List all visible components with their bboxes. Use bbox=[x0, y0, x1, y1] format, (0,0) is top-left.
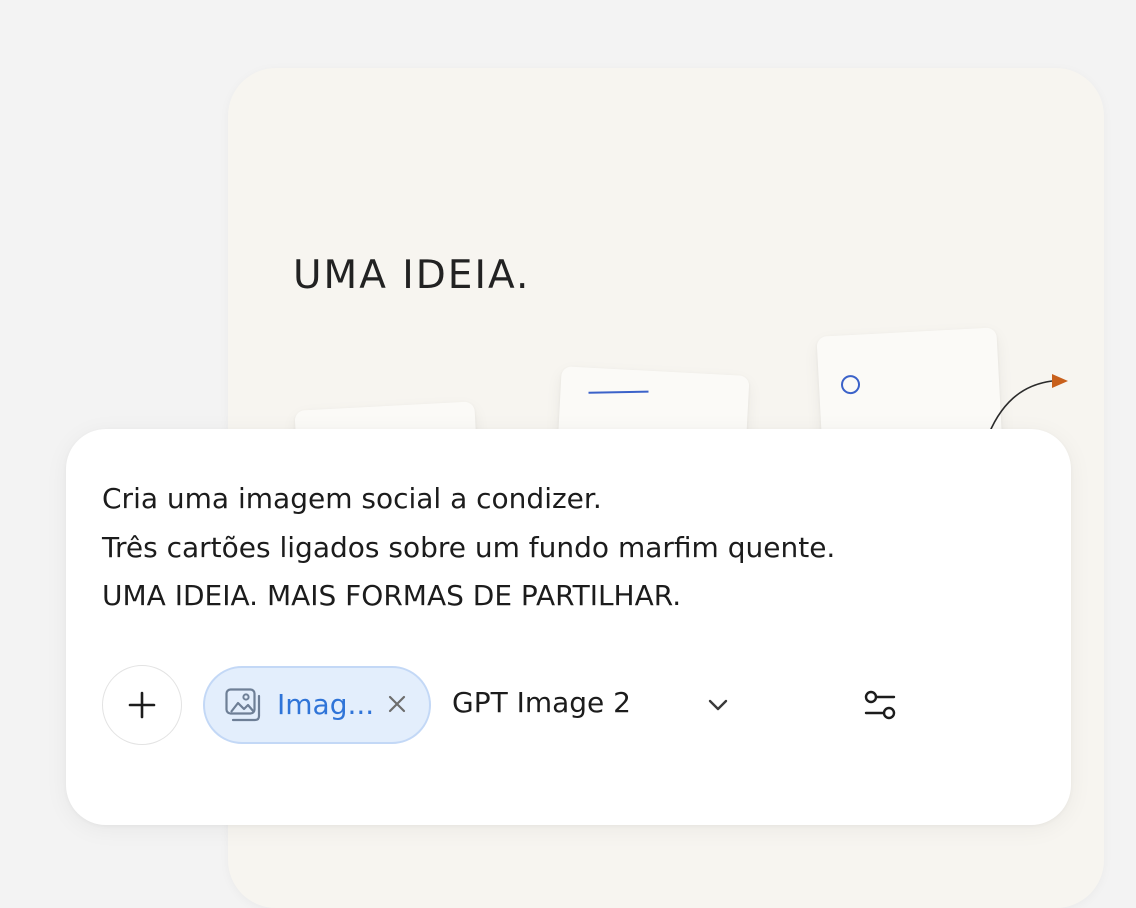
image-mode-chip[interactable]: Imag... bbox=[203, 666, 431, 744]
circle-icon bbox=[840, 374, 861, 395]
chip-label: Imag... bbox=[277, 688, 375, 721]
preview-headline: UMA IDEIA. bbox=[293, 253, 531, 298]
model-select[interactable]: GPT Image 2 bbox=[452, 665, 742, 745]
card-line-decoration bbox=[588, 390, 649, 394]
chevron-down-icon bbox=[708, 699, 728, 711]
add-button[interactable] bbox=[102, 665, 182, 745]
prompt-line: Cria uma imagem social a condizer. bbox=[102, 482, 602, 515]
image-icon bbox=[225, 688, 261, 722]
model-select-value: GPT Image 2 bbox=[452, 686, 631, 719]
close-icon[interactable] bbox=[385, 692, 409, 716]
settings-button[interactable] bbox=[858, 683, 902, 727]
prompt-composer: Cria uma imagem social a condizer. Três … bbox=[66, 429, 1071, 825]
plus-icon bbox=[128, 691, 156, 719]
sliders-icon bbox=[864, 690, 896, 720]
composer-toolbar: Imag... GPT Image 2 bbox=[102, 665, 1002, 745]
prompt-line: Três cartões ligados sobre um fundo marf… bbox=[102, 530, 836, 564]
prompt-input[interactable]: Cria uma imagem social a condizer. Três … bbox=[102, 475, 1002, 621]
prompt-line: UMA IDEIA. MAIS FORMAS DE PARTILHAR. bbox=[102, 579, 682, 612]
